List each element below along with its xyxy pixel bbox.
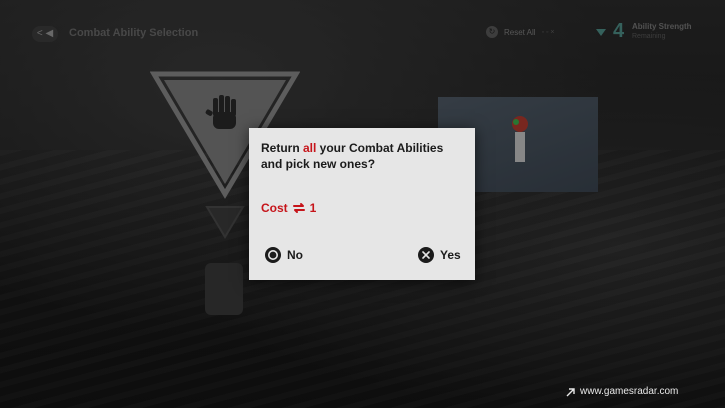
yes-button[interactable]: Yes — [418, 247, 461, 263]
link-arrow-icon — [566, 387, 575, 396]
cost-row: Cost 1 — [261, 201, 316, 215]
watermark: www.gamesradar.com — [566, 386, 678, 397]
cross-button-icon — [418, 247, 434, 263]
no-button-label: No — [287, 248, 303, 262]
dialog-message-highlight: all — [303, 141, 317, 155]
dialog-message: Return all your Combat Abilities and pic… — [261, 141, 444, 171]
cost-label: Cost — [261, 201, 288, 215]
exchange-icon — [292, 203, 305, 213]
watermark-text: www.gamesradar.com — [580, 386, 679, 397]
yes-button-label: Yes — [440, 248, 461, 262]
circle-button-icon — [265, 247, 281, 263]
no-button[interactable]: No — [265, 247, 303, 263]
confirm-dialog: Return all your Combat Abilities and pic… — [249, 128, 475, 280]
cost-value: 1 — [309, 201, 317, 215]
